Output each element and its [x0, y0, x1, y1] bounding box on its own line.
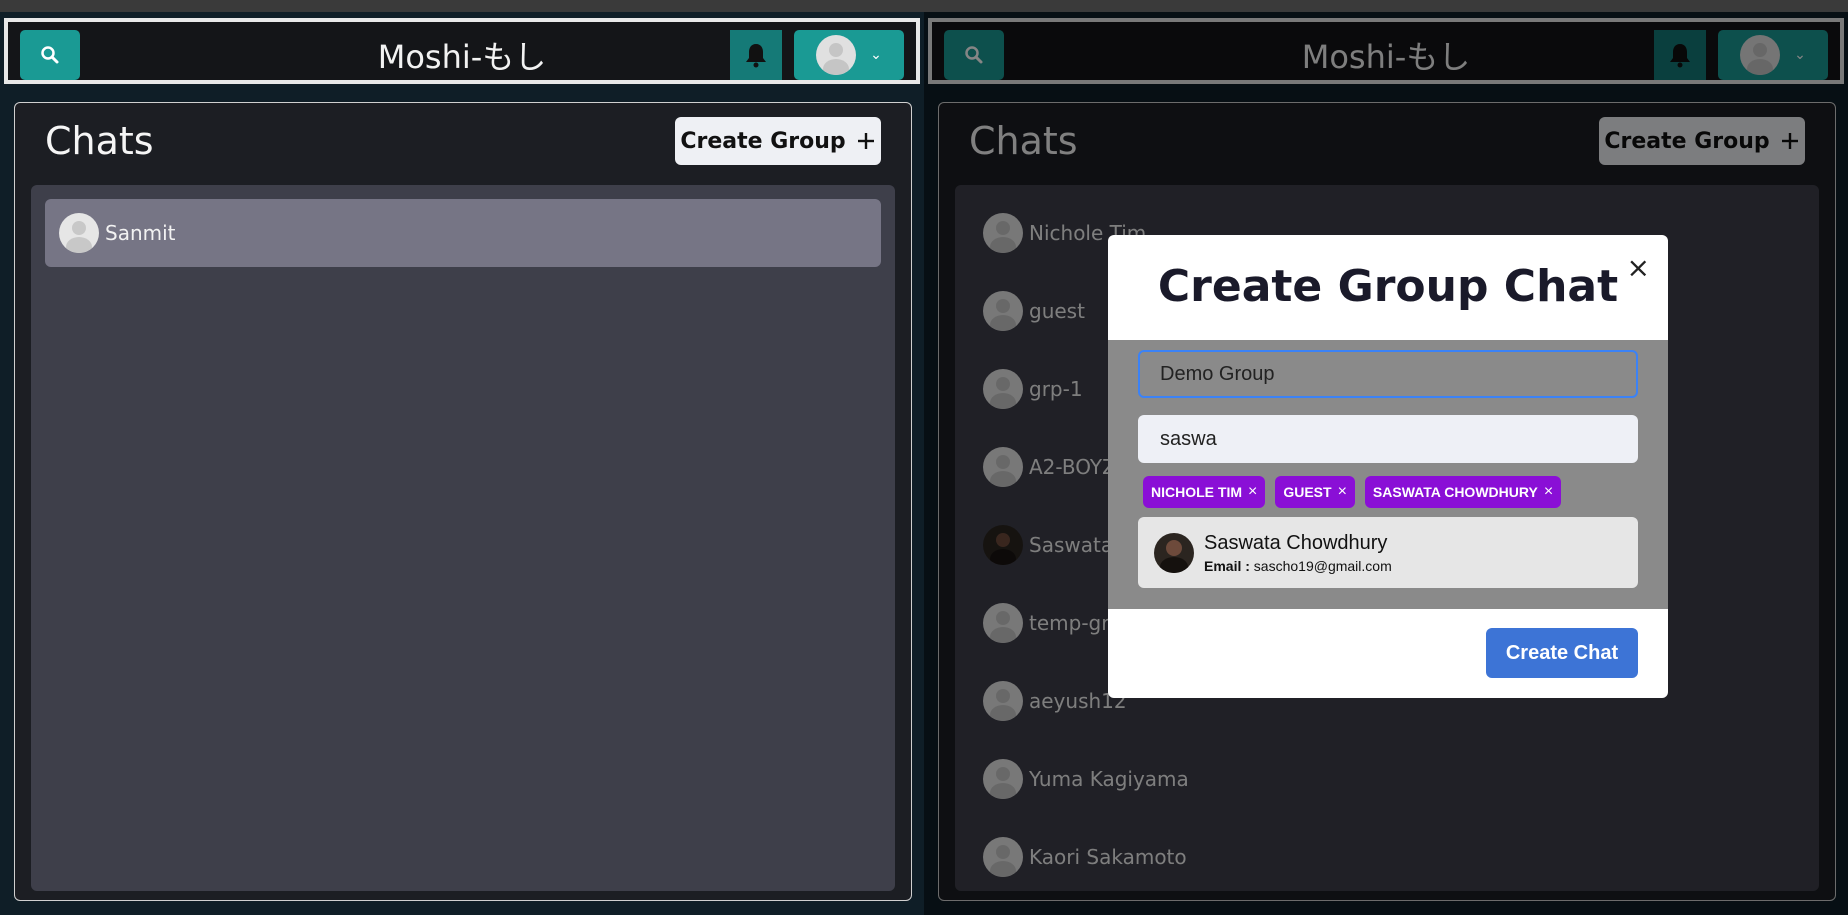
user-search-result[interactable]: Saswata Chowdhury Email : sascho19@gmail… — [1138, 517, 1638, 588]
add-users-search-input[interactable]: saswa — [1138, 415, 1638, 463]
bell-icon — [746, 44, 766, 68]
user-photo-avatar — [1154, 532, 1194, 573]
user-chip[interactable]: NICHOLE TIM × — [1143, 476, 1266, 508]
chats-title: Chats — [45, 119, 154, 163]
chats-panel: Chats Create Group Sanmit — [14, 102, 912, 901]
modal-body: Demo Group saswa NICHOLE TIM × GUEST × S… — [1108, 340, 1668, 609]
user-chip-label: GUEST — [1283, 484, 1332, 500]
chat-list-item[interactable]: Sanmit — [45, 199, 881, 267]
email-value: sascho19@gmail.com — [1253, 557, 1392, 574]
avatar-icon — [59, 213, 99, 253]
create-group-label: Create Group — [680, 128, 846, 154]
avatar-icon — [816, 35, 857, 75]
close-icon[interactable]: × — [1338, 483, 1347, 501]
user-chip[interactable]: GUEST × — [1275, 476, 1355, 508]
chevron-down-icon: ⌄ — [870, 47, 882, 63]
left-window: Moshi-もし ⌄ Chats Create Group Sanmit — [0, 12, 924, 915]
plus-icon — [857, 133, 874, 149]
selected-users: NICHOLE TIM × GUEST × SASWATA CHOWDHURY … — [1143, 476, 1562, 508]
result-user-name: Saswata Chowdhury — [1204, 531, 1388, 554]
close-icon[interactable]: × — [1544, 483, 1553, 501]
browser-top-strip — [0, 0, 1848, 12]
chat-list: Sanmit — [31, 185, 895, 891]
notification-button[interactable] — [730, 30, 782, 80]
user-chip[interactable]: SASWATA CHOWDHURY × — [1364, 476, 1562, 508]
modal-title: Create Group Chat — [1157, 261, 1619, 312]
profile-menu-button[interactable]: ⌄ — [794, 30, 904, 80]
create-group-modal: Create Group Chat × Demo Group saswa NIC… — [1108, 235, 1668, 698]
email-label: Email : — [1204, 557, 1250, 574]
create-group-button[interactable]: Create Group — [675, 117, 881, 165]
user-chip-label: NICHOLE TIM — [1151, 484, 1242, 500]
close-icon[interactable]: × — [1627, 251, 1650, 284]
result-user-email: Email : sascho19@gmail.com — [1204, 558, 1392, 574]
create-chat-button[interactable]: Create Chat — [1486, 628, 1638, 678]
user-chip-label: SASWATA CHOWDHURY — [1372, 484, 1538, 500]
close-icon[interactable]: × — [1248, 483, 1257, 501]
top-bar: Moshi-もし ⌄ — [4, 18, 920, 84]
right-window: Moshi-もし ⌄ Chats Create Group Nichole Ti… — [924, 12, 1848, 915]
group-name-input[interactable]: Demo Group — [1138, 350, 1638, 398]
chat-name: Sanmit — [105, 221, 176, 245]
